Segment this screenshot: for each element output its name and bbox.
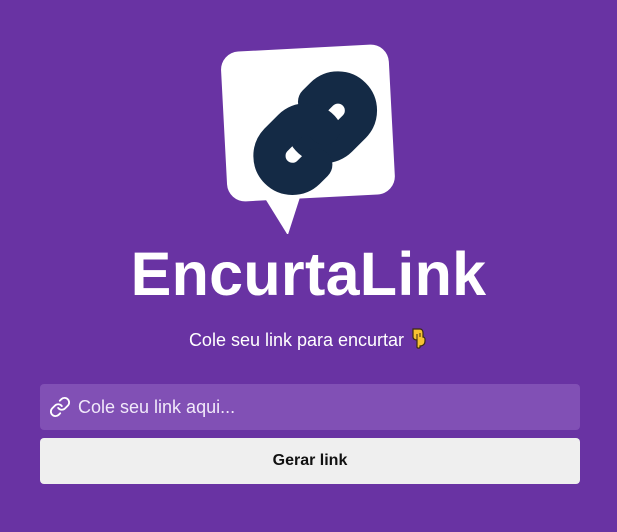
subtitle-text: Cole seu link para encurtar: [188, 330, 405, 350]
app-logo: [218, 42, 400, 234]
app-subtitle: Cole seu link para encurtar👇: [0, 327, 617, 355]
app-title: EncurtaLink: [130, 240, 487, 308]
url-input-container[interactable]: [40, 384, 580, 430]
chain-link-speech-bubble-icon: [221, 44, 395, 234]
url-input[interactable]: [78, 384, 570, 430]
link-icon: [49, 396, 71, 418]
pointing-down-emoji-icon: 👇: [408, 327, 428, 355]
generate-link-button[interactable]: Gerar link: [40, 438, 580, 484]
